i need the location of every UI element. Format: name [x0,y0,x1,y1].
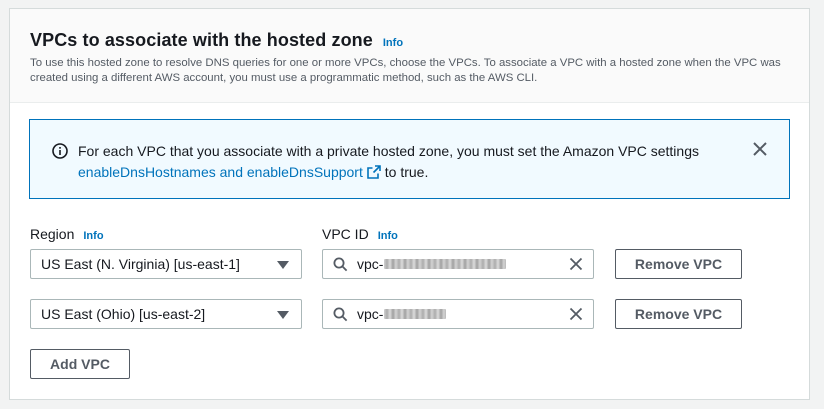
section-info-link[interactable]: Info [383,37,403,49]
region-select-value: US East (N. Virginia) [us-east-1] [41,256,240,272]
region-info-link[interactable]: Info [83,230,103,242]
caret-down-icon [277,311,289,319]
close-icon[interactable] [751,140,769,158]
alert-text-before: For each VPC that you associate with a p… [78,143,699,159]
redacted-vpc-id [384,259,506,269]
region-select[interactable]: US East (Ohio) [us-east-2] [30,299,302,329]
clear-icon[interactable] [569,307,583,321]
add-vpc-button[interactable]: Add VPC [30,349,130,379]
region-label: Region Info [30,226,104,242]
vpc-id-info-link[interactable]: Info [378,230,398,242]
info-alert: For each VPC that you associate with a p… [29,119,790,199]
vpc-id-prefix: vpc- [357,306,384,322]
search-icon [333,257,348,272]
dns-settings-link-text: enableDnsHostnames and enableDnsSupport [78,164,363,180]
section-title: VPCs to associate with the hosted zone [30,30,373,50]
vpc-id-input[interactable]: vpc- [322,299,594,329]
remove-vpc-button[interactable]: Remove VPC [615,299,742,329]
redacted-vpc-id [384,309,446,319]
region-select[interactable]: US East (N. Virginia) [us-east-1] [30,249,302,279]
title-row: VPCs to associate with the hosted zone I… [30,30,403,51]
vpc-id-label: VPC ID Info [322,226,398,242]
alert-text-after: to true. [384,164,429,180]
alert-message: For each VPC that you associate with a p… [78,141,758,183]
dns-settings-link[interactable]: enableDnsHostnames and enableDnsSupport [78,164,381,180]
clear-icon[interactable] [569,257,583,271]
section-description: To use this hosted zone to resolve DNS q… [30,57,781,84]
region-label-text: Region [30,226,75,242]
search-icon [333,307,348,322]
vpc-association-panel: VPCs to associate with the hosted zone I… [9,8,810,400]
region-select-value: US East (Ohio) [us-east-2] [41,306,206,322]
info-circle-icon [52,143,68,159]
vpc-id-input[interactable]: vpc- [322,249,594,279]
panel-header: VPCs to associate with the hosted zone I… [10,9,809,103]
caret-down-icon [277,261,289,269]
vpc-id-label-text: VPC ID [322,226,369,242]
remove-vpc-button[interactable]: Remove VPC [615,249,742,279]
external-link-icon [367,165,381,179]
vpc-id-prefix: vpc- [357,256,384,272]
